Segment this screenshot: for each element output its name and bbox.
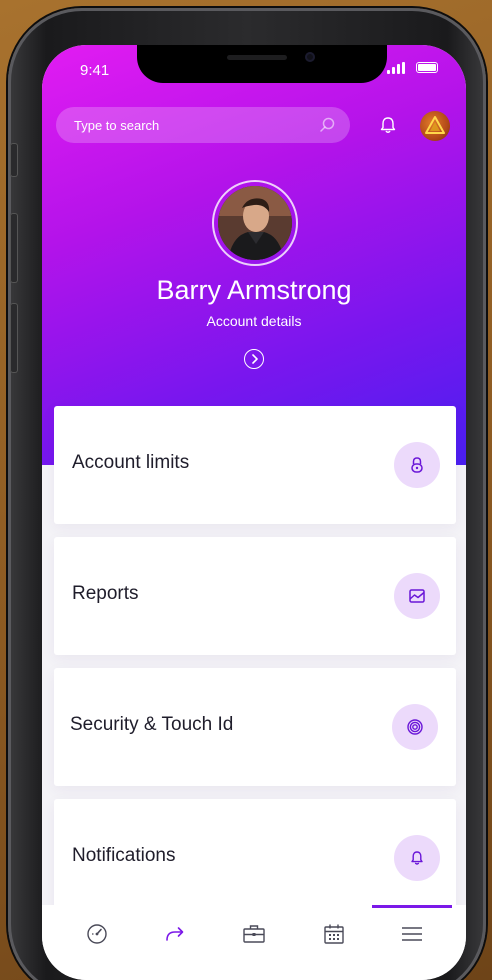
menu-item-label: Reports [72, 583, 139, 604]
status-time: 9:41 [80, 62, 110, 79]
calendar-icon[interactable] [321, 921, 347, 947]
search-placeholder: Type to search [74, 118, 160, 133]
profile-avatar[interactable] [218, 186, 292, 260]
menu-card-account-limits[interactable]: Account limits [54, 406, 456, 524]
active-tab-indicator [372, 905, 452, 908]
briefcase-icon[interactable] [241, 921, 267, 947]
fingerprint-icon [407, 719, 423, 735]
lock-icon [411, 457, 423, 473]
menu-item-label: Account limits [72, 452, 190, 473]
phone-side-button [10, 143, 18, 177]
notification-bell-icon[interactable] [378, 115, 398, 135]
menu-item-label: Security & Touch Id [70, 714, 234, 735]
search-input[interactable]: Type to search [56, 107, 350, 143]
profile-subtitle: Account details [206, 313, 302, 329]
transfer-arrow-icon[interactable] [162, 921, 188, 947]
profile-photo [218, 186, 292, 260]
triangle-logo-icon [425, 116, 445, 134]
profile-name: Barry Armstrong [156, 275, 352, 305]
menu-icon[interactable] [399, 921, 425, 947]
fingerprint-icon-button[interactable] [392, 704, 438, 750]
speaker [227, 55, 287, 60]
notch [137, 45, 387, 83]
battery-icon [416, 62, 438, 73]
menu-card-security[interactable]: Security & Touch Id [54, 668, 456, 786]
profile-avatar-ring [212, 180, 298, 266]
phone-screen: 9:41 Type to search Barry Armstrong Acco… [42, 45, 466, 980]
bottom-tab-bar [42, 905, 466, 980]
search-icon[interactable] [318, 116, 336, 134]
phone-side-button [10, 213, 18, 283]
lock-icon-button[interactable] [394, 442, 440, 488]
menu-card-reports[interactable]: Reports [54, 537, 456, 655]
chevron-right-icon [252, 354, 258, 364]
chart-icon-button[interactable] [394, 573, 440, 619]
chart-icon [409, 589, 425, 603]
account-details-button[interactable] [244, 349, 264, 369]
signal-icon [387, 62, 407, 74]
app-logo-avatar[interactable] [420, 111, 450, 141]
menu-card-notifications[interactable]: Notifications [54, 799, 456, 917]
bell-icon [411, 851, 423, 865]
front-camera [305, 52, 315, 62]
phone-side-button [10, 303, 18, 373]
speedometer-icon[interactable] [84, 921, 110, 947]
bell-icon-button[interactable] [394, 835, 440, 881]
menu-item-label: Notifications [72, 845, 176, 866]
